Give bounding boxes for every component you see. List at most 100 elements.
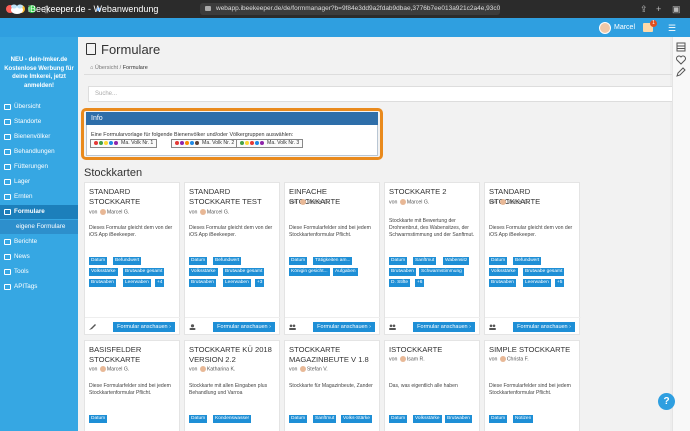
breadcrumb-current: Formulare	[122, 65, 148, 71]
card-author: von Stefan V.	[289, 366, 328, 373]
form-card: STOCKKARTE MAGAZINBEUTE V 1.8 von Stefan…	[284, 340, 380, 431]
button-label: Formular anschauen	[317, 324, 368, 330]
sidebar-item-tools[interactable]: Tools	[0, 265, 78, 279]
edit-icon[interactable]	[89, 324, 96, 330]
card-author: von Marcel G.	[189, 209, 230, 216]
sidebar-item-uebersicht[interactable]: Übersicht	[0, 100, 78, 114]
card-author-name: Christa F.	[506, 356, 529, 363]
sidebar-item-formulare[interactable]: Formulare	[0, 205, 78, 219]
field-tag: Volksstärke	[189, 268, 218, 276]
app-brand[interactable]: iBeekeeper.de - Webanwendung	[28, 4, 158, 15]
right-tool-rail	[672, 37, 690, 431]
card-author-name: Stefan V.	[306, 366, 328, 373]
user-name[interactable]: Marcel	[614, 24, 635, 31]
field-tag: Befundwert	[113, 257, 142, 265]
breadcrumb	[84, 62, 680, 75]
button-label: Formular anschauen	[117, 324, 168, 330]
sidebar-item-standorte[interactable]: Standorte	[0, 115, 78, 129]
field-tag: Brutwaben	[445, 415, 472, 423]
list-icon[interactable]	[676, 42, 686, 52]
card-title: STOCKKARTE KÜ 2018 VERSION 2.2	[189, 345, 272, 364]
sidebar-item-label: Behandlungen	[14, 148, 55, 155]
field-tag: Datum	[489, 415, 508, 423]
menu-icon[interactable]: ☰	[668, 24, 676, 33]
heart-icon[interactable]	[676, 55, 686, 65]
field-tag: Leerwaben	[223, 279, 251, 287]
card-author: von Christa F.	[489, 356, 529, 363]
field-tag: Sanftmut	[313, 415, 337, 423]
field-tag: Brutwabe gesamt	[123, 268, 165, 276]
sidebar-item-eigene-formulare[interactable]: eigene Formulare	[0, 220, 78, 234]
sidebar-item-ernten[interactable]: Ernten	[0, 190, 78, 204]
sidebar-item-label: Fütterungen	[14, 163, 48, 170]
sidebar-item-news[interactable]: News	[0, 250, 78, 264]
field-tag: Volksstärke	[413, 415, 442, 423]
field-tag: Königin gesicht...	[289, 268, 330, 276]
breadcrumb-home[interactable]: Übersicht	[95, 65, 118, 71]
card-author-name: Marcel G.	[106, 209, 130, 216]
field-tag: Brutwaben	[189, 279, 216, 287]
card-title: STOCKKARTE 2	[389, 187, 447, 196]
field-tag: Schwarmstimmung	[419, 268, 464, 276]
sidebar-item-apitags[interactable]: APITags	[0, 280, 78, 294]
page-title: Formulare	[101, 42, 161, 57]
sidebar-item-bienenvoelker[interactable]: Bienenvölker	[0, 130, 78, 144]
pin-icon	[4, 119, 11, 125]
field-tag: Datum	[89, 415, 108, 423]
avatar	[199, 209, 206, 215]
new-tab-icon[interactable]: +	[656, 3, 661, 15]
card-divider	[85, 317, 181, 318]
field-tag: +5	[555, 279, 565, 287]
address-bar[interactable]: webapp.ibeekeeper.de/de/formmanager?b=9f…	[200, 3, 500, 15]
feeding-icon	[4, 164, 11, 170]
search-input[interactable]: Suche...	[88, 86, 680, 102]
sidebar-item-fuetterungen[interactable]: Fütterungen	[0, 160, 78, 174]
card-description: Stockkarte mit allen Eingaben plus Behan…	[189, 383, 268, 396]
form-card: STANDARD STOCKKARTE von Marcel G. Dieses…	[484, 182, 581, 335]
share-icon[interactable]: ⇪	[640, 3, 648, 15]
field-tag: +6	[415, 279, 425, 287]
form-card: STANDARD STOCKKARTE TEST von Marcel G. D…	[184, 182, 281, 335]
card-author: von Katharina K.	[189, 366, 236, 373]
view-form-button[interactable]: Formular anschauen ›	[313, 322, 375, 332]
user-icon	[189, 324, 196, 330]
pencil-icon[interactable]	[676, 67, 686, 77]
avatar	[499, 356, 506, 362]
bee-logo-icon	[11, 4, 23, 14]
sidebar-promo[interactable]: NEU - dein-Imker.de Kostenlose Werbung f…	[0, 56, 78, 90]
card-title: SIMPLE STOCKKARTE	[489, 345, 571, 354]
field-tag: Brutwaben	[489, 279, 516, 287]
group-icon	[289, 324, 296, 330]
view-form-button[interactable]: Formular anschauen ›	[113, 322, 175, 332]
view-form-button[interactable]: Formular anschauen ›	[213, 322, 275, 332]
sidebar-item-label: APITags	[14, 283, 38, 290]
view-form-button[interactable]: Formular anschauen ›	[413, 322, 475, 332]
sidebar-item-label: Ernten	[14, 193, 33, 200]
avatar	[199, 366, 206, 372]
highlight-frame	[81, 108, 383, 160]
help-button[interactable]: ?	[658, 393, 675, 410]
lock-icon	[205, 6, 211, 11]
field-tag: Datum	[389, 257, 408, 265]
field-tag: Sanftmut	[413, 257, 437, 265]
sidebar-item-berichte[interactable]: Berichte	[0, 235, 78, 249]
avatar	[99, 366, 106, 372]
user-avatar[interactable]	[599, 22, 611, 34]
sidebar-item-lager[interactable]: Lager	[0, 175, 78, 189]
hive-icon	[4, 134, 11, 140]
field-tag: Brutwabe gesamt	[223, 268, 265, 276]
breadcrumb-separator: /	[119, 65, 122, 71]
card-title: BASISFELDER STOCKKARTE	[89, 345, 142, 364]
clipboard-icon	[86, 43, 96, 55]
sidebar-item-behandlungen[interactable]: Behandlungen	[0, 145, 78, 159]
view-form-button[interactable]: Formular anschauen ›	[513, 322, 575, 332]
card-author: von Marcel G.	[389, 199, 430, 206]
card-author-name: Marcel G.	[306, 199, 330, 206]
card-description: Diese Formularfelder sind bei jedem Stoc…	[89, 383, 171, 396]
card-divider	[285, 317, 381, 318]
tabs-overview-icon[interactable]: ▣	[672, 3, 681, 15]
avatar	[99, 209, 106, 215]
storage-icon	[4, 179, 11, 185]
avatar	[499, 199, 506, 205]
card-title: ISTOCKKARTE	[389, 345, 443, 354]
